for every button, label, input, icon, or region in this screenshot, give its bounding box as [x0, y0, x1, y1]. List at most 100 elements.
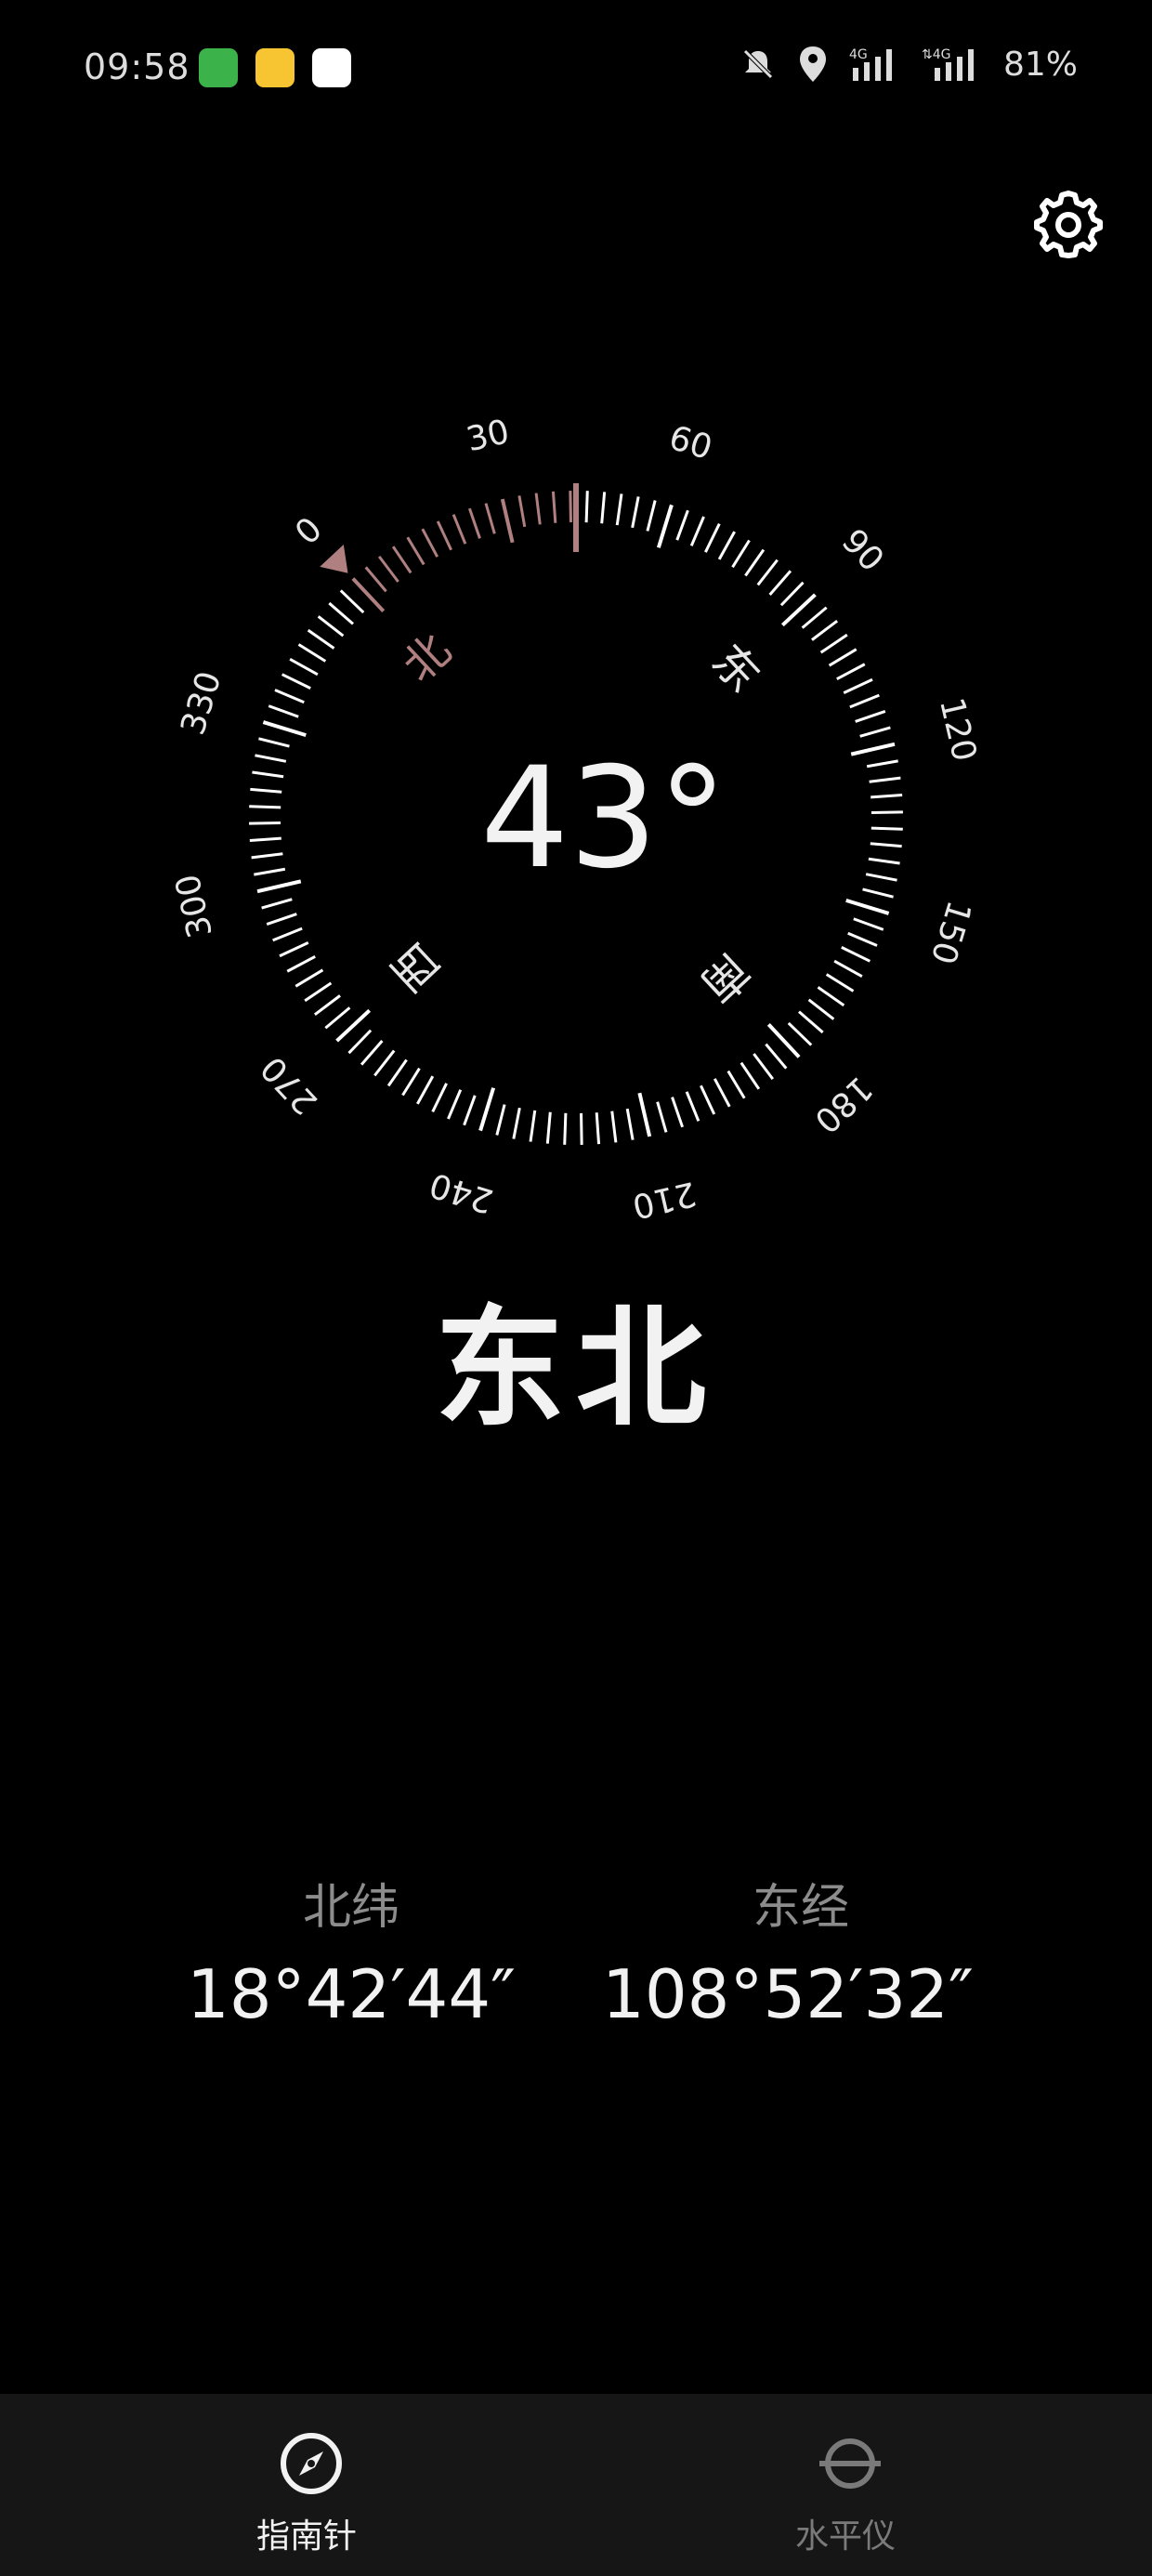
compass-tick [431, 1083, 448, 1113]
compass-tick [843, 677, 873, 694]
compass-tick [272, 927, 303, 942]
cardinal-label: 东 [701, 635, 770, 703]
compass-tick [625, 1108, 635, 1140]
compass-tick [254, 867, 286, 876]
compass-tick [478, 1087, 496, 1132]
compass-tick [853, 917, 884, 931]
compass-tick [801, 606, 828, 629]
degree-label: 150 [923, 896, 977, 968]
degree-label: 330 [174, 667, 229, 740]
compass-tick [286, 954, 316, 973]
compass-tick [656, 504, 674, 548]
compass-tick [825, 973, 855, 992]
compass-tick [250, 787, 282, 794]
compass-tick [268, 704, 299, 718]
compass-tick [847, 931, 878, 947]
compass-tick [347, 1029, 373, 1055]
compass-tick [421, 528, 439, 558]
compass-tick [685, 1091, 700, 1122]
compass-tick [675, 509, 689, 541]
compass-tick [740, 1061, 761, 1090]
compass-tick [756, 559, 779, 586]
compass-dial: 0 30 60 90 120 150 180 210 240 270 300 330 北 东南 西 43° [169, 413, 984, 1225]
compass-tick [534, 493, 542, 525]
compass-tick [289, 658, 319, 677]
compass-tick [744, 548, 766, 577]
compass-tick [584, 491, 589, 523]
degree-label: 270 [254, 1048, 325, 1121]
compass-tick [811, 619, 839, 641]
compass-tick [249, 805, 281, 809]
compass-tick [768, 570, 792, 596]
tab-level-label: 水平仪 [794, 2517, 896, 2556]
compass-tick [689, 516, 705, 546]
compass-tick [631, 496, 640, 529]
compass-tick [313, 994, 341, 1017]
compass-tick [364, 566, 387, 593]
compass-tick [529, 1110, 537, 1142]
tab-level[interactable]: 水平仪 [660, 2394, 1031, 2576]
compass-tick [807, 998, 835, 1020]
compass-tick [713, 1078, 731, 1108]
compass-tick [324, 1006, 351, 1030]
compass-tick [563, 1112, 568, 1145]
compass-tick [545, 1111, 552, 1144]
compass-tick [447, 1089, 463, 1120]
degree-label: 90 [834, 522, 891, 579]
longitude-label: 东经 [752, 1880, 849, 1936]
compass-tick [787, 1021, 813, 1046]
compass-tick [871, 826, 903, 831]
compass-tick [295, 968, 324, 988]
compass-tick [360, 1040, 384, 1066]
compass-tick [297, 643, 327, 663]
compass-tick [377, 555, 399, 583]
compass-tick [256, 879, 302, 894]
compass-tick [463, 1095, 477, 1126]
compass-tick [307, 628, 335, 650]
compass-tick [580, 1112, 583, 1145]
compass-tick [261, 898, 293, 910]
compass-tick [700, 1084, 716, 1115]
compass-tick [865, 873, 897, 882]
compass-tick [656, 1101, 668, 1133]
compass-tick [500, 498, 515, 544]
cardinal-label: 南 [691, 943, 759, 1012]
compass-tick [869, 776, 901, 783]
degree-label: 210 [629, 1174, 700, 1225]
compass-tick [600, 492, 607, 524]
north-marker [320, 545, 348, 573]
compass-tick [717, 531, 736, 560]
compass-icon [281, 2433, 342, 2494]
compass-tick [731, 539, 751, 569]
compass-tick [304, 981, 333, 1003]
compass-tick [274, 689, 305, 704]
compass-tick [279, 941, 309, 958]
compass-tick [262, 720, 307, 738]
compass-tick [406, 536, 425, 566]
compass-tick [373, 1049, 396, 1077]
compass-tick [401, 1067, 421, 1097]
compass-tick [870, 842, 902, 848]
compass-tick [862, 887, 894, 899]
compass-tick [416, 1075, 435, 1105]
compass-tick [817, 986, 845, 1007]
bottom-nav: 指南针 水平仪 [0, 2394, 1152, 2576]
compass-tick [258, 737, 290, 748]
compass-tick [252, 770, 284, 779]
degree-label: 60 [664, 419, 716, 468]
compass-tick [868, 857, 900, 865]
compass-tick [855, 709, 886, 723]
compass-tick [569, 491, 572, 523]
compass-tick [850, 742, 896, 756]
longitude-value: 108°52′32″ [602, 1955, 974, 2033]
compass-tick [328, 601, 354, 625]
degree-label: 240 [425, 1164, 498, 1219]
compass-tick [610, 1111, 618, 1143]
compass-tick [615, 493, 623, 526]
compass-tick [484, 503, 496, 534]
degree-label: 0 [288, 510, 330, 553]
tab-compass[interactable]: 指南针 [121, 2394, 492, 2576]
compass-tick [452, 514, 467, 545]
compass-tick [249, 836, 281, 843]
compass-tick [249, 821, 281, 825]
